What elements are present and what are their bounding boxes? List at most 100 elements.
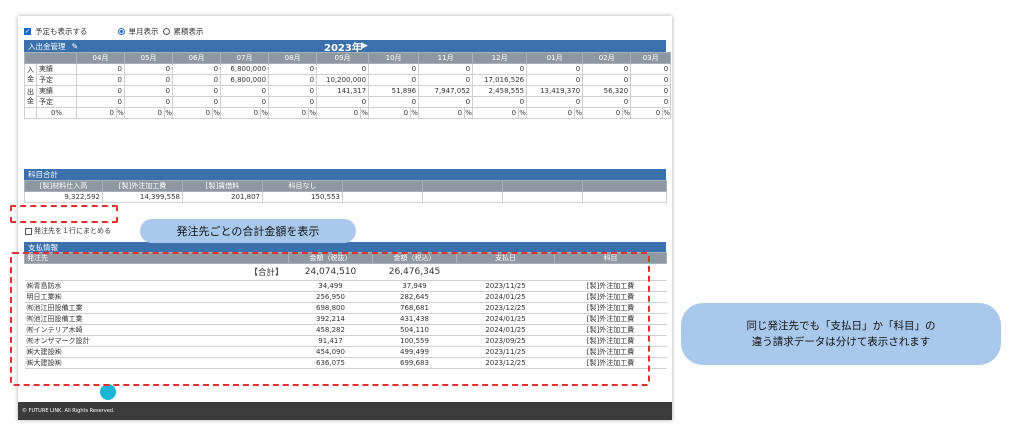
cash-cell: 0 — [172, 63, 222, 75]
payment-title: 支払情報 — [28, 242, 58, 252]
percent-value: 0 — [124, 107, 166, 119]
cash-cell: 0 — [268, 74, 318, 86]
cash-cell: 0 — [316, 96, 370, 108]
subjects-title: 科目合計 — [28, 170, 58, 179]
cash-cell: 0 — [582, 74, 632, 86]
merge-vendor-label: 発注先を１行にまとめる — [34, 227, 111, 235]
group-label: 入金 — [24, 63, 37, 86]
month-header: 09月 — [316, 52, 370, 64]
cash-cell: 10,200,000 — [316, 74, 370, 86]
month-header: 11月 — [418, 52, 474, 64]
month-header: 03月 — [630, 52, 672, 64]
percent-label: 0% — [36, 107, 77, 119]
subject-header: [製]外注加工費 — [102, 180, 183, 192]
edit-pencil-icon[interactable]: ✎ — [72, 42, 79, 51]
show-plan-label: 予定も表示する — [35, 27, 88, 36]
cash-cell: 0 — [418, 74, 474, 86]
payment-bar: 支払情報 — [24, 242, 666, 252]
cash-cell: 0 — [124, 63, 174, 75]
percent-value: 0 — [472, 107, 520, 119]
copyright: © FUTURE LINK. All Rights Reserved. — [22, 408, 115, 414]
cash-cell: 0 — [172, 85, 222, 97]
percent-unit: % — [410, 107, 420, 119]
merge-highlight — [10, 205, 118, 223]
show-plan-checkbox[interactable] — [24, 28, 31, 35]
month-header: 02月 — [582, 52, 632, 64]
month-header: 10月 — [368, 52, 420, 64]
cash-cell: 0 — [630, 96, 672, 108]
cash-cell: 0 — [124, 85, 174, 97]
percent-unit: % — [164, 107, 174, 119]
subjects-bar: 科目合計 — [24, 169, 666, 180]
cash-cell: 0 — [418, 96, 474, 108]
percent-value: 0 — [630, 107, 664, 119]
row-label: 予定 — [36, 96, 77, 108]
cursor-dot — [100, 384, 116, 400]
percent-unit: % — [260, 107, 270, 119]
row-label: 実績 — [36, 85, 77, 97]
cash-cell: 0 — [220, 96, 270, 108]
cumulative-label: 累積表示 — [173, 27, 204, 36]
percent-value: 0 — [172, 107, 214, 119]
single-month-radio[interactable] — [117, 28, 125, 35]
cash-cell: 0 — [75, 96, 126, 108]
cash-cell: 0 — [368, 96, 420, 108]
percent-unit: % — [464, 107, 474, 119]
cash-cell: 0 — [472, 96, 528, 108]
month-header: 05月 — [124, 52, 174, 64]
cash-cell: 0 — [124, 74, 174, 86]
cash-cell: 7,947,052 — [418, 85, 474, 97]
cash-cell: 51,896 — [368, 85, 420, 97]
month-header: 08月 — [268, 52, 318, 64]
cash-cell: 0 — [472, 63, 528, 75]
percent-value: 0 — [76, 107, 117, 119]
percent-unit: % — [308, 107, 318, 119]
display-options: 予定も表示する 単月表示 累積表示 — [24, 26, 204, 37]
group-label: 出金 — [24, 85, 37, 108]
percent-row: 0% 0% 0% 0% 0% 0% 0% 0% 0% 0% 0% 0% 0% — [24, 107, 672, 119]
merge-vendor-checkbox[interactable] — [25, 227, 32, 235]
cash-cell: 0 — [418, 63, 474, 75]
percent-unit: % — [574, 107, 584, 119]
month-header: 04月 — [75, 52, 126, 64]
cash-cell: 0 — [172, 74, 222, 86]
cash-cell: 0 — [268, 96, 318, 108]
cash-management-bar: 入出金管理 ✎ 2023年 ▶ — [24, 40, 666, 54]
subject-value: 201,807 — [182, 191, 263, 203]
cash-cell: 0 — [124, 96, 174, 108]
cash-cell: 0 — [630, 74, 672, 86]
callout-separate: 同じ発注先でも「支払日」か「科目」の 違う請求データは分けて表示されます — [681, 303, 1001, 365]
percent-value: 0 — [582, 107, 624, 119]
cash-cell: 0 — [75, 74, 126, 86]
percent-value: 0 — [268, 107, 310, 119]
footer: © FUTURE LINK. All Rights Reserved. — [18, 402, 672, 420]
cash-cell: 0 — [172, 96, 222, 108]
callout-separate-line1: 同じ発注先でも「支払日」か「科目」の — [746, 320, 936, 332]
subject-header: [製]賃借料 — [182, 180, 263, 192]
cumulative-radio[interactable] — [162, 28, 170, 35]
cash-cell: 0 — [526, 74, 584, 86]
cash-cell: 0 — [582, 63, 632, 75]
callout-total-text: 発注先ごとの合計金額を表示 — [176, 225, 320, 238]
cash-cell: 0 — [75, 85, 126, 97]
percent-value: 0 — [368, 107, 412, 119]
percent-value: 0 — [220, 107, 262, 119]
month-header: 12月 — [472, 52, 528, 64]
single-month-label: 単月表示 — [128, 27, 159, 36]
percent-unit: % — [115, 107, 126, 119]
cash-table: 04月 05月 06月 07月 08月 09月 10月 11月 12月 01月 02月 03月 入金 実績… — [24, 52, 672, 119]
cash-cell: 6,800,000 — [220, 74, 270, 86]
out-actual-row: 出金 実績 0 0 0 0 0 141,317 51,896 7,947,052 2,458,555… — [24, 85, 672, 108]
percent-value: 0 — [418, 107, 466, 119]
callout-total: 発注先ごとの合計金額を表示 — [140, 219, 356, 243]
next-year-arrow-icon[interactable]: ▶ — [361, 41, 368, 51]
cash-cell: 0 — [368, 63, 420, 75]
cash-cell: 0 — [526, 63, 584, 75]
percent-value: 0 — [526, 107, 576, 119]
cash-cell: 0 — [630, 63, 672, 75]
cash-cell: 0 — [630, 85, 672, 97]
cash-cell: 0 — [75, 63, 126, 75]
cash-cell: 13,419,370 — [526, 85, 584, 97]
cash-cell: 0 — [526, 96, 584, 108]
cash-cell: 2,458,555 — [472, 85, 528, 97]
